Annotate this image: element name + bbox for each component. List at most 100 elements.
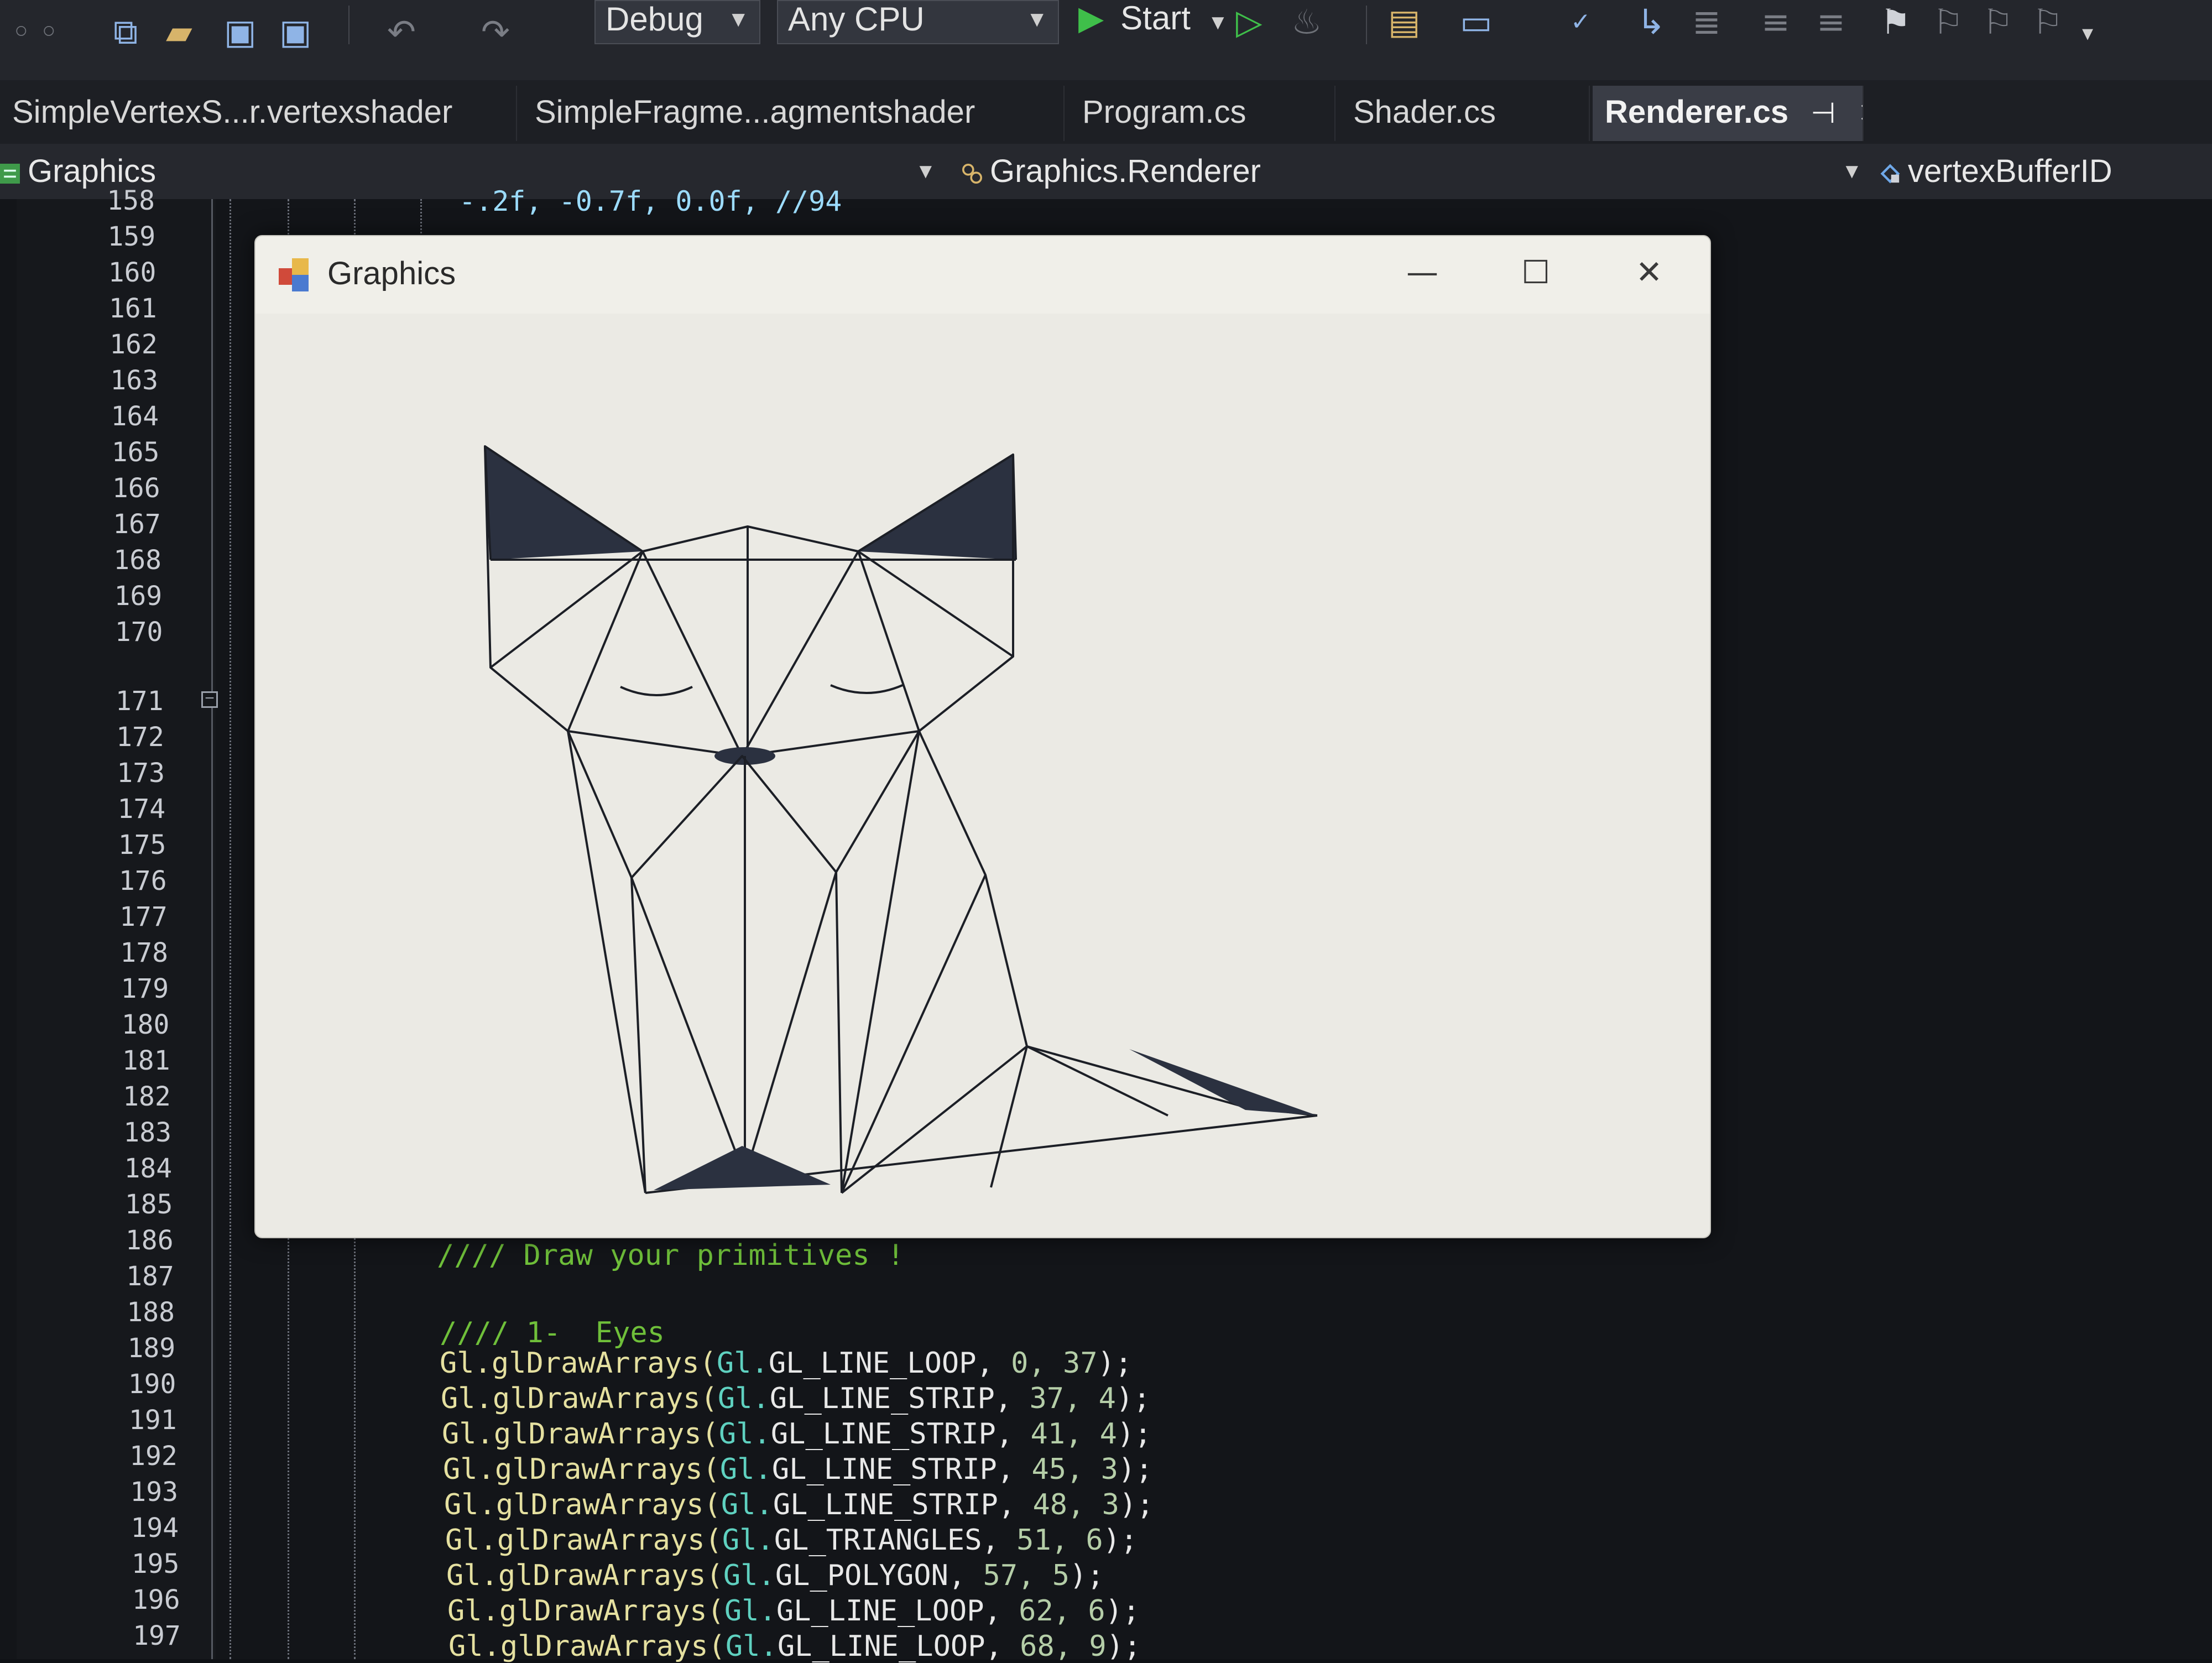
app-icon [279, 258, 309, 291]
class-icon [962, 163, 982, 184]
configuration-value: Debug [606, 1, 703, 38]
format-icon[interactable]: ≣ [1692, 0, 1721, 44]
bookmark-next-icon[interactable]: ⚐ [1983, 0, 2013, 44]
call-prefix: Gl.glDrawArrays( [443, 1453, 720, 1486]
overflow-icon[interactable]: ▾ [2082, 11, 2093, 55]
browse-icon[interactable]: ▤ [1388, 0, 1421, 44]
tab-program[interactable]: Program.cs [1070, 86, 1335, 141]
comment-text: //// Draw your primitives ! [437, 1239, 905, 1272]
step-icon[interactable]: ↳ [1637, 0, 1666, 44]
tab-label: Renderer.cs [1605, 94, 1789, 130]
call-close: ); [1118, 1453, 1153, 1486]
platform-dropdown[interactable]: Any CPU ▼ [777, 0, 1059, 44]
configuration-dropdown[interactable]: Debug ▼ [594, 0, 760, 44]
chevron-down-icon: ▼ [915, 160, 936, 183]
line-number: 168 [113, 545, 161, 576]
maximize-button[interactable]: ☐ [1503, 244, 1569, 300]
opengl-canvas[interactable] [255, 314, 1710, 1237]
body-outline [918, 731, 1318, 1117]
left-eye [620, 686, 693, 696]
minimize-button[interactable]: — [1389, 244, 1455, 300]
call-args: 48, 3 [1032, 1488, 1119, 1521]
project-icon [0, 163, 20, 184]
line-number: 161 [108, 293, 157, 324]
line-number: 166 [112, 473, 160, 504]
forward-icon[interactable]: ◦ [39, 10, 59, 54]
primitive-kind: GL_LINE_LOOP [776, 1594, 984, 1628]
redo-icon[interactable]: ↷ [481, 10, 510, 54]
code-line: Gl.glDrawArrays(Gl.GL_LINE_STRIP, 45, 3)… [443, 1453, 1153, 1486]
tab-fragment-shader[interactable]: SimpleFragme...agmentshader [523, 86, 1065, 141]
indent-icon[interactable]: ≡ [1761, 0, 1790, 44]
collapse-icon[interactable]: − [201, 690, 218, 708]
close-icon[interactable]: ✕ [1858, 97, 1863, 130]
body-line [744, 872, 837, 1177]
back-icon[interactable]: ◦ [11, 10, 32, 54]
call-args: 68, 9 [1020, 1630, 1107, 1663]
code-line-partial: -.2f, -0.7f, 0.0f, //94 [459, 185, 842, 217]
call-prefix: Gl.glDrawArrays( [440, 1347, 717, 1380]
body-line [841, 1045, 1028, 1194]
line-number: 182 [123, 1081, 171, 1112]
call-close: ); [1103, 1524, 1138, 1557]
hot-reload-icon[interactable]: ♨ [1291, 0, 1322, 44]
body-line [990, 1046, 1028, 1188]
tab-shader[interactable]: Shader.cs [1341, 86, 1590, 141]
line-number: 185 [124, 1189, 173, 1220]
save-icon[interactable]: ▣ [224, 10, 257, 54]
line-number: 181 [122, 1045, 170, 1076]
comma: , [982, 1524, 1017, 1557]
save-all-icon[interactable]: ▣ [279, 10, 312, 54]
separator [348, 6, 349, 44]
right-eye [830, 684, 903, 694]
line-number-gutter: 158 159 160 161 162 163 164 165 166 167 168 169 170 1… [17, 185, 216, 1659]
graphics-window[interactable]: Graphics — ☐ ✕ [254, 235, 1711, 1238]
open-folder-icon[interactable]: ▰ [166, 10, 192, 54]
body-line [841, 731, 920, 1193]
tab-vertex-shader[interactable]: SimpleVertexS...r.vertexshader [0, 86, 517, 141]
code-editor[interactable]: 158 159 160 161 162 163 164 165 166 167 168 169 170 1… [0, 185, 2212, 1663]
line-number: 197 [133, 1620, 181, 1651]
comma: , [997, 1453, 1032, 1486]
outdent-icon[interactable]: ≡ [1817, 0, 1845, 44]
comma: , [976, 1347, 1011, 1380]
window-icon[interactable]: ▭ [1460, 0, 1493, 44]
undo-icon[interactable]: ↶ [387, 10, 416, 54]
line-number: 167 [113, 509, 161, 540]
line-number: 187 [126, 1261, 174, 1292]
primitive-kind: GL_LINE_STRIP [773, 1488, 998, 1521]
body-line [835, 872, 843, 1193]
bookmark-icon[interactable]: ⚑ [1880, 0, 1911, 44]
type-prefix: Gl. [718, 1417, 771, 1451]
close-window-button[interactable]: ✕ [1616, 244, 1682, 300]
call-prefix: Gl.glDrawArrays( [448, 1630, 726, 1663]
line-number: 173 [117, 758, 165, 789]
new-project-icon[interactable]: ⧉ [113, 10, 138, 54]
bookmark-prev-icon[interactable]: ⚐ [1933, 0, 1964, 44]
line-number: 179 [121, 973, 169, 1004]
primitive-kind: GL_LINE_STRIP [769, 1382, 995, 1415]
line-number: 190 [128, 1369, 176, 1400]
call-close: ); [1119, 1488, 1154, 1521]
pin-icon[interactable]: ⊣ [1811, 97, 1835, 130]
primitive-kind: GL_TRIANGLES [774, 1524, 982, 1557]
bookmark-clear-icon[interactable]: ⚐ [2032, 0, 2063, 44]
line-number: 163 [110, 365, 158, 396]
spellcheck-icon[interactable]: ✓ [1571, 0, 1591, 44]
type-dropdown[interactable]: Graphics.Renderer ▼ [962, 144, 1869, 199]
call-args: 62, 6 [1019, 1594, 1105, 1628]
code-line: Gl.glDrawArrays(Gl.GL_TRIANGLES, 51, 6); [445, 1524, 1138, 1557]
start-button[interactable]: ▶ Start ▼ [1078, 0, 1228, 44]
type-prefix: Gl. [723, 1559, 775, 1592]
call-args: 51, 6 [1016, 1524, 1103, 1557]
code-line: Gl.glDrawArrays(Gl.GL_LINE_LOOP, 0, 37); [440, 1347, 1132, 1380]
window-title-bar[interactable]: Graphics — ☐ ✕ [255, 236, 1710, 314]
play-outline-icon[interactable]: ▷ [1236, 0, 1262, 44]
line-number: 170 [114, 617, 163, 648]
comma: , [994, 1382, 1030, 1415]
separator [1366, 6, 1367, 44]
tab-renderer[interactable]: Renderer.cs ⊣ ✕ [1593, 86, 1864, 141]
platform-value: Any CPU [788, 1, 925, 38]
member-dropdown[interactable]: vertexBufferID [1880, 144, 2212, 199]
line-number: 172 [116, 722, 164, 753]
